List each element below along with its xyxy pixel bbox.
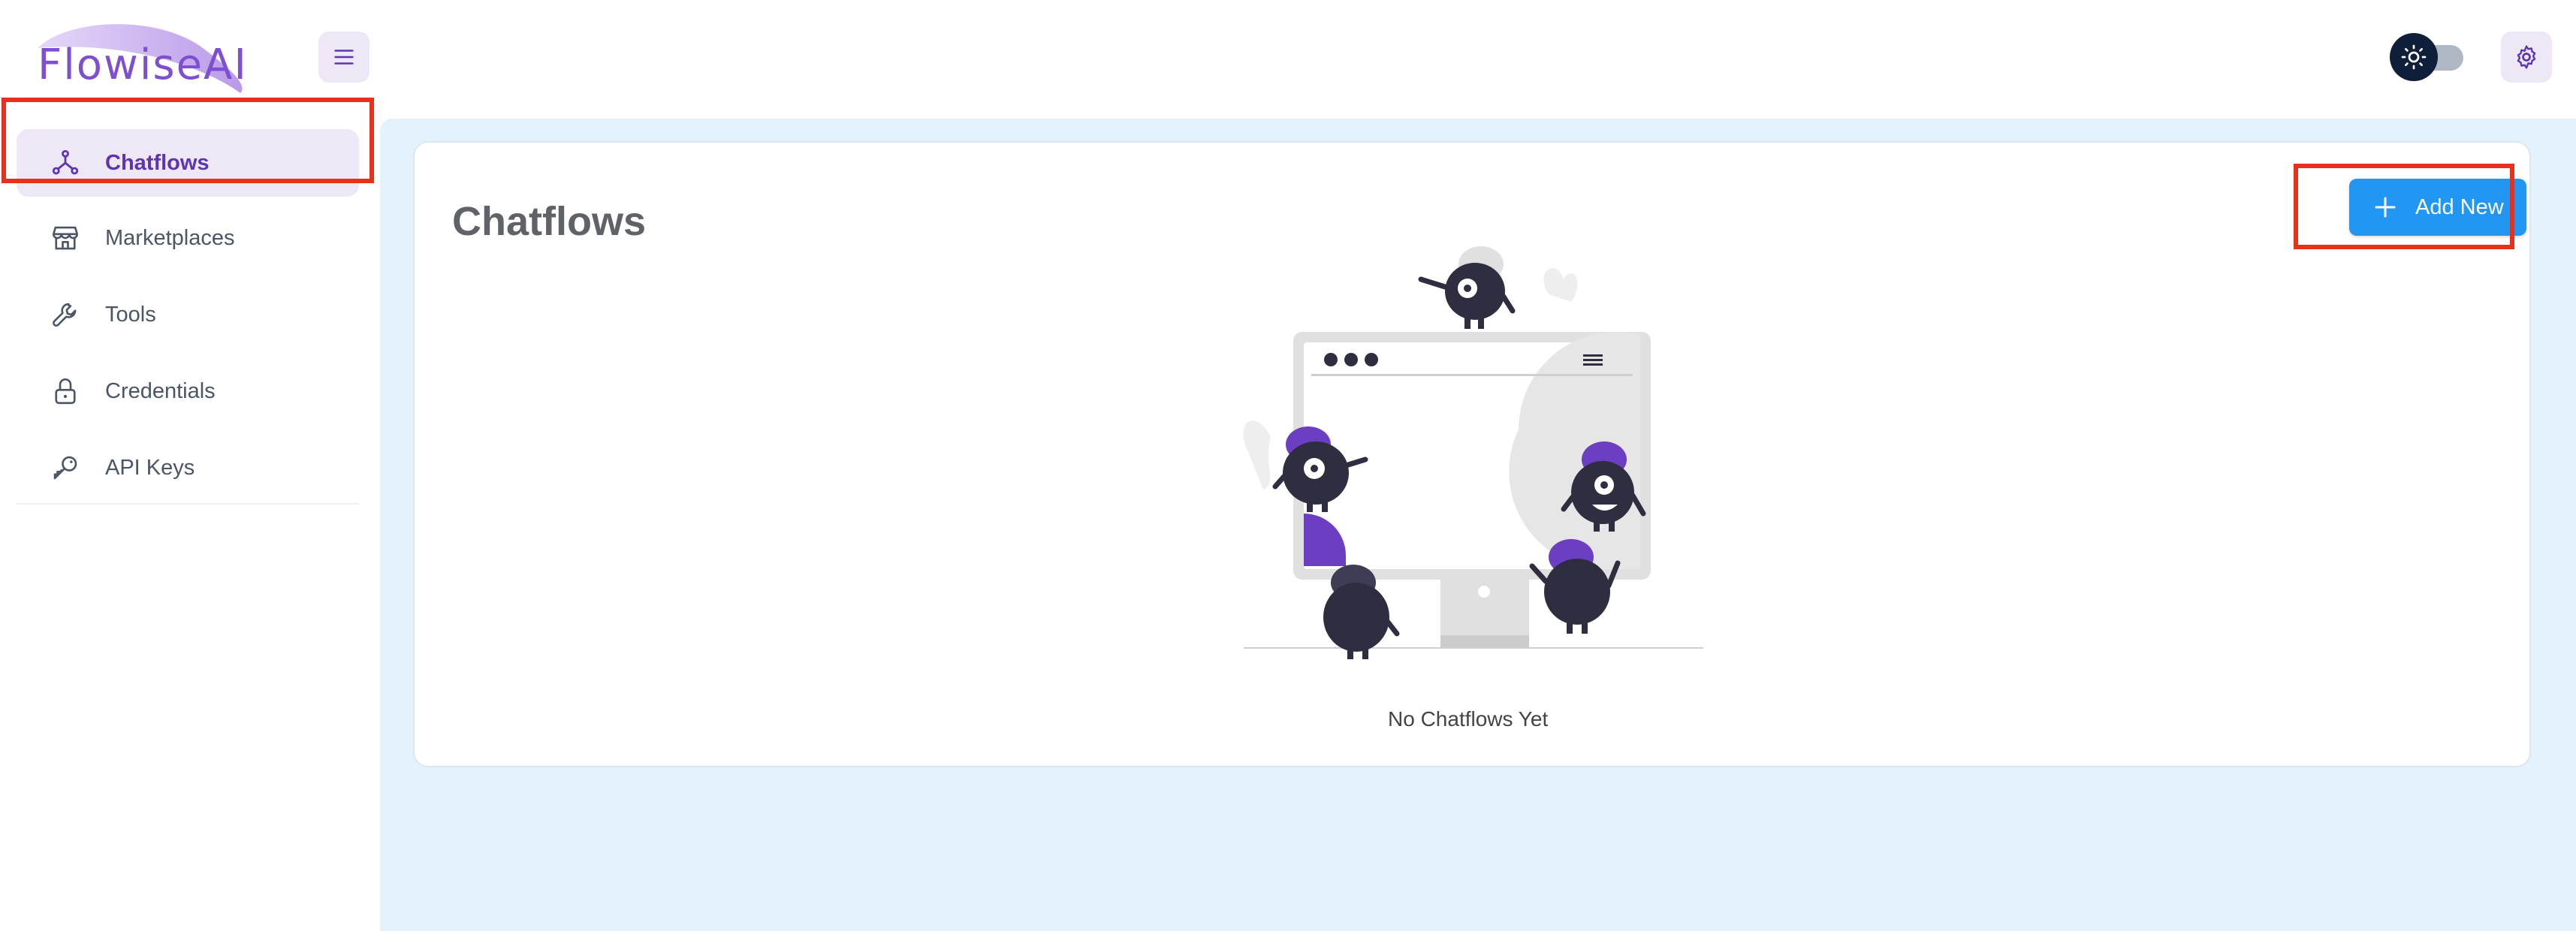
add-new-label: Add New: [2415, 195, 2504, 219]
sidebar-item-marketplaces[interactable]: Marketplaces: [17, 204, 359, 272]
theme-toggle[interactable]: [2390, 33, 2468, 81]
plus-icon: [2375, 197, 2396, 218]
hamburger-icon: [334, 50, 354, 65]
settings-button[interactable]: [2501, 32, 2552, 83]
sidebar-item-chatflows[interactable]: Chatflows: [17, 129, 359, 197]
sidebar-item-tools[interactable]: Tools: [17, 281, 359, 348]
toggle-knob: [2390, 33, 2438, 81]
logo-text: FlowiseAI: [38, 41, 248, 89]
chatflows-card: Chatflows Add New No Chatflows Yet: [413, 141, 2531, 767]
network-icon: [52, 149, 79, 175]
app-header: FlowiseAI: [0, 0, 2576, 119]
sidebar-item-label: Credentials: [105, 378, 216, 403]
sun-icon: [2401, 44, 2427, 70]
sidebar-item-api-keys[interactable]: API Keys: [17, 434, 359, 502]
lock-icon: [55, 378, 76, 405]
sidebar-item-credentials[interactable]: Credentials: [17, 357, 359, 425]
menu-toggle-button[interactable]: [318, 32, 370, 83]
add-new-button[interactable]: Add New: [2349, 179, 2526, 236]
key-icon: [53, 456, 77, 480]
sidebar-item-label: Chatflows: [105, 150, 210, 175]
sidebar-divider: [17, 503, 359, 505]
main-content: Chatflows Add New No Chatflows Yet: [380, 119, 2576, 931]
sidebar-item-label: API Keys: [105, 455, 195, 480]
empty-state-text: No Chatflows Yet: [1388, 707, 1549, 731]
empty-state-illustration: [1243, 246, 1703, 659]
flowise-logo[interactable]: FlowiseAI: [23, 18, 263, 99]
store-icon: [52, 226, 79, 250]
page-title: Chatflows: [452, 199, 647, 244]
sidebar-item-label: Tools: [105, 302, 156, 327]
sidebar: Chatflows Marketplaces Tools Credentials: [0, 119, 380, 931]
gear-icon: [2517, 45, 2536, 69]
wrench-icon: [53, 303, 77, 327]
sidebar-item-label: Marketplaces: [105, 225, 235, 250]
